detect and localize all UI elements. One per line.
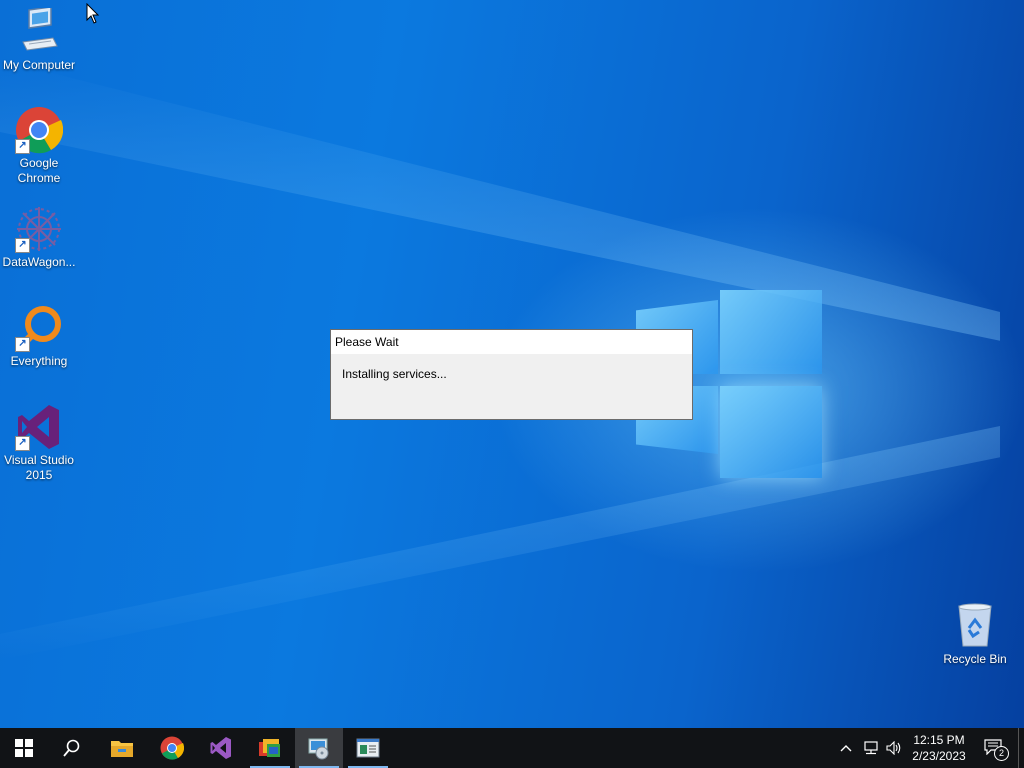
chrome-icon (160, 736, 184, 760)
chrome-icon: ↗ (15, 106, 64, 154)
shortcut-arrow-icon: ↗ (15, 436, 30, 451)
desktop-icon-label: Google Chrome (17, 156, 61, 185)
taskbar-chrome[interactable] (148, 728, 196, 768)
visual-studio-icon (210, 737, 231, 759)
volume-tray-button[interactable] (884, 728, 904, 768)
shortcut-arrow-icon: ↗ (15, 238, 30, 253)
computer-icon (15, 6, 63, 56)
mouse-cursor-icon (86, 3, 100, 24)
desktop-icon-recycle-bin[interactable]: Recycle Bin (936, 602, 1014, 667)
start-icon (15, 739, 33, 757)
shortcut-arrow-icon: ↗ (15, 139, 30, 154)
please-wait-dialog: Please Wait Installing services... (330, 329, 693, 420)
desktop-icon-label: Recycle Bin (943, 652, 1007, 666)
volume-icon (886, 741, 901, 755)
taskbar-app[interactable] (246, 728, 294, 768)
taskbar-visual-studio[interactable] (197, 728, 245, 768)
taskbar-clock[interactable]: 12:15 PM 2/23/2023 (904, 728, 974, 768)
installer-icon (308, 738, 329, 760)
recycle-bin-icon (951, 602, 999, 650)
notification-count-badge: 2 (994, 746, 1009, 761)
dialog-title: Please Wait (331, 330, 692, 354)
taskbar-window-app[interactable] (344, 728, 392, 768)
datawagon-icon: ↗ (15, 205, 63, 253)
desktop: My Computer ↗ Google Chrome ↗ DataWagon.… (0, 0, 1024, 728)
desktop-icon-label: DataWagon... (2, 255, 76, 269)
network-icon (864, 741, 878, 755)
taskbar-file-explorer[interactable] (98, 728, 146, 768)
search-button[interactable] (48, 728, 96, 768)
desktop-icon-google-chrome[interactable]: ↗ Google Chrome (0, 106, 78, 186)
chevron-up-icon (840, 745, 852, 752)
desktop-icon-everything[interactable]: ↗ Everything (0, 304, 78, 369)
wallpaper-light-beam (0, 426, 1000, 660)
show-hidden-icons-button[interactable] (836, 728, 856, 768)
desktop-icon-label: My Computer (2, 58, 76, 72)
shortcut-arrow-icon: ↗ (15, 337, 30, 352)
network-tray-button[interactable] (860, 728, 882, 768)
show-desktop-divider (1018, 728, 1019, 768)
desktop-icon-label: Everything (10, 354, 68, 368)
file-explorer-icon (111, 741, 133, 757)
clock-time: 12:15 PM (913, 733, 965, 747)
notifications-button[interactable]: 2 (980, 728, 1010, 768)
clock-date: 2/23/2023 (912, 749, 966, 763)
desktop-icon-datawagon[interactable]: ↗ DataWagon... (0, 205, 78, 270)
search-icon (63, 739, 80, 757)
desktop-icon-visual-studio-2015[interactable]: ↗ Visual Studio 2015 (0, 403, 78, 483)
app-icon (259, 739, 280, 757)
start-button[interactable] (0, 728, 48, 768)
window-app-icon (356, 738, 380, 758)
dialog-message: Installing services... (342, 367, 447, 381)
visual-studio-icon: ↗ (15, 403, 63, 451)
taskbar: 12:15 PM 2/23/2023 2 (0, 728, 1024, 768)
taskbar-installer[interactable] (295, 728, 343, 768)
everything-icon: ↗ (15, 304, 63, 352)
desktop-icon-my-computer[interactable]: My Computer (0, 6, 78, 73)
desktop-icon-label: Visual Studio 2015 (4, 453, 74, 482)
